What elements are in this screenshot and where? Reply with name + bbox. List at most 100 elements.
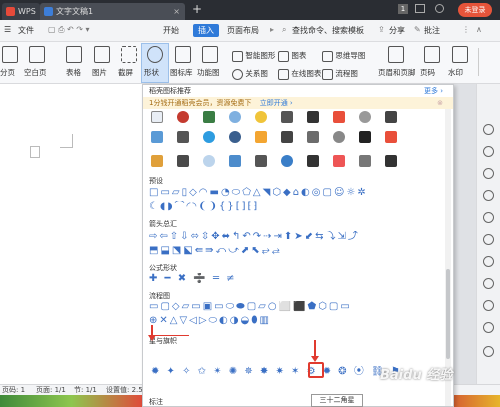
skin-icon[interactable] — [435, 4, 444, 13]
layout-icon[interactable] — [415, 4, 425, 13]
globe-icon[interactable] — [203, 131, 215, 143]
flowchart-shapes-row-1[interactable]: ▭▢◇▱▭▣▭⬭⬬▢▱○⬜⬛⬟⬡▢▭ — [149, 301, 399, 313]
monitor-icon[interactable] — [229, 155, 241, 167]
panel-header: 稻壳图标推荐 更多 › — [143, 85, 453, 97]
document-page[interactable] — [0, 84, 142, 391]
more-icon[interactable]: ⋮ — [462, 25, 470, 34]
arrow-shapes-row-1[interactable]: ⇨⇦⇧⇩⬄⇳✥⬌↰↶↷⇢⇥⬆➤⬋⇆⤵⇲⤴ — [149, 231, 399, 243]
shape-button[interactable]: 形状 — [144, 67, 159, 78]
flowchart-shapes-row-2[interactable]: ⊕✕△▽◁▷⬭◐◑◒⬮▥ — [149, 315, 399, 327]
preset-shapes-row-2[interactable]: ☾◖◗⌒◜◝❨❩{}[]⁅⁆ — [149, 201, 399, 213]
share-button[interactable]: 分享 — [389, 25, 405, 36]
more-link[interactable]: 更多 › — [424, 85, 443, 97]
car-icon[interactable] — [333, 155, 345, 167]
people-icon[interactable] — [385, 111, 397, 123]
menu-page-layout[interactable]: 页面布局 — [227, 25, 259, 36]
sidebar-help-icon[interactable] — [483, 346, 494, 357]
smart-graphic-button[interactable]: 智能图形 — [232, 50, 275, 62]
scissors-icon[interactable] — [151, 111, 163, 123]
pie-chart-icon[interactable] — [177, 111, 189, 123]
sidebar-backup-icon[interactable] — [483, 212, 494, 223]
vip-open-link[interactable]: 立即开通 › — [260, 99, 293, 107]
file-menu[interactable]: 文件 — [18, 25, 34, 36]
online-chart-button[interactable]: 在线图表 — [278, 68, 321, 80]
tab-document[interactable]: 文字文稿1 × — [40, 3, 185, 20]
quick-access-icons[interactable]: ▢ ⎙ ↶ ↷ ▾ — [48, 25, 90, 35]
menu-start[interactable]: 开始 — [163, 25, 179, 36]
page-break-button[interactable]: 分页 — [0, 67, 15, 78]
calendar-icon[interactable] — [307, 131, 319, 143]
shirt-icon[interactable] — [385, 155, 397, 167]
equation-shapes-row[interactable]: ✚ ━ ✖ ➗ ═ ≠ — [149, 273, 399, 285]
lightbulb-icon[interactable] — [229, 111, 241, 123]
target-icon[interactable] — [281, 155, 293, 167]
sidebar-share-icon[interactable] — [483, 234, 494, 245]
sidebar-property-icon[interactable] — [483, 190, 494, 201]
sidebar-tools-icon[interactable] — [483, 300, 494, 311]
sidebar-shape-icon[interactable] — [483, 168, 494, 179]
chat-icon[interactable] — [255, 155, 267, 167]
screenshot-button[interactable]: 截屏 — [118, 67, 133, 78]
clock-icon[interactable] — [255, 111, 267, 123]
panel-scrollbar[interactable] — [445, 109, 451, 406]
window-count-badge[interactable]: 1 — [398, 4, 408, 14]
table-button[interactable]: 表格 — [66, 67, 81, 78]
more-label: 更多 — [423, 87, 438, 95]
sidebar-settings-icon[interactable] — [483, 322, 494, 333]
thirty-two-point-star-icon[interactable] — [308, 362, 324, 378]
printer-icon[interactable] — [359, 155, 371, 167]
function-chart-button[interactable]: 功能图 — [197, 67, 220, 78]
relation-chart-button[interactable]: 关系图 — [232, 68, 268, 80]
scrollbar-thumb[interactable] — [446, 269, 450, 359]
sidebar-layout-icon[interactable] — [483, 278, 494, 289]
book-icon[interactable] — [307, 111, 319, 123]
watermark-button[interactable]: 水印 — [448, 67, 463, 78]
more-tools-icon[interactable] — [478, 48, 490, 76]
arrow-shapes-row-2[interactable]: ⬒⬓⬔⬕⇚⇛⤺⤻⬈⬉⥂⥄ — [149, 245, 399, 257]
chart-doc-icon[interactable] — [385, 131, 397, 143]
bag-icon[interactable] — [177, 155, 189, 167]
margin-corner-h — [60, 147, 73, 148]
page-number-button[interactable]: 页码 — [420, 67, 435, 78]
desk-icon[interactable] — [177, 131, 189, 143]
icon-library-button[interactable]: 图标库 — [170, 67, 193, 78]
sun-icon[interactable] — [333, 131, 345, 143]
menu-insert[interactable]: 插入 — [193, 24, 219, 37]
star-shapes-row[interactable]: ✹ ✦ ✧ ✩ ✴ ✺ ✵ ✸ ✷ ✶ ⚙ ✹ ❂ ⦿ ⛓ ⚑ ⛿ — [151, 366, 401, 378]
chart-button[interactable]: 图表 — [278, 50, 306, 62]
online-chart-icon — [278, 68, 289, 80]
expand-icon[interactable]: ∧ — [476, 25, 482, 34]
sidebar-pen-icon[interactable] — [483, 256, 494, 267]
close-tab-icon[interactable]: × — [173, 3, 180, 20]
login-button[interactable]: 未登录 — [458, 3, 492, 17]
gear-icon[interactable] — [359, 111, 371, 123]
blank-page-button[interactable]: 空白页 — [24, 67, 47, 78]
sidebar-select-icon[interactable] — [483, 146, 494, 157]
new-tab-button[interactable]: + — [192, 2, 202, 16]
cup-icon[interactable] — [359, 131, 371, 143]
hourglass-icon[interactable] — [151, 155, 163, 167]
document-red-icon[interactable] — [333, 111, 345, 123]
phone-icon[interactable] — [281, 131, 293, 143]
close-banner-icon[interactable]: ⊗ — [437, 97, 443, 109]
comment-button[interactable]: 批注 — [424, 25, 440, 36]
folder-icon[interactable] — [255, 131, 267, 143]
graduation-icon[interactable] — [281, 111, 293, 123]
tab-wps[interactable]: WPS — [2, 3, 40, 20]
header-footer-button[interactable]: 页眉和页脚 — [378, 67, 416, 78]
flowchart-icon — [322, 68, 333, 80]
flowchart-button[interactable]: 流程图 — [322, 68, 358, 80]
wps-logo-icon — [6, 7, 15, 16]
menu-icon[interactable]: ☰ — [4, 25, 11, 34]
picture-button[interactable]: 图片 — [92, 67, 107, 78]
cloud-icon[interactable] — [203, 155, 215, 167]
mind-map-button[interactable]: 思维导图 — [322, 50, 365, 62]
sidebar-style-icon[interactable] — [483, 124, 494, 135]
search-commands[interactable]: 查找命令、搜索模板 — [292, 25, 364, 36]
card-icon[interactable] — [151, 131, 163, 143]
bank-icon[interactable] — [307, 155, 319, 167]
coin-icon[interactable] — [229, 131, 241, 143]
preset-shapes-row-1[interactable]: □▭▱▯◇◠▬◔⬭⬠△◥⬡◆⌂◐◎▢☺☼✲ — [149, 187, 399, 199]
flag-icon[interactable] — [203, 111, 215, 123]
more-menus-icon[interactable]: ▸ — [270, 25, 274, 34]
